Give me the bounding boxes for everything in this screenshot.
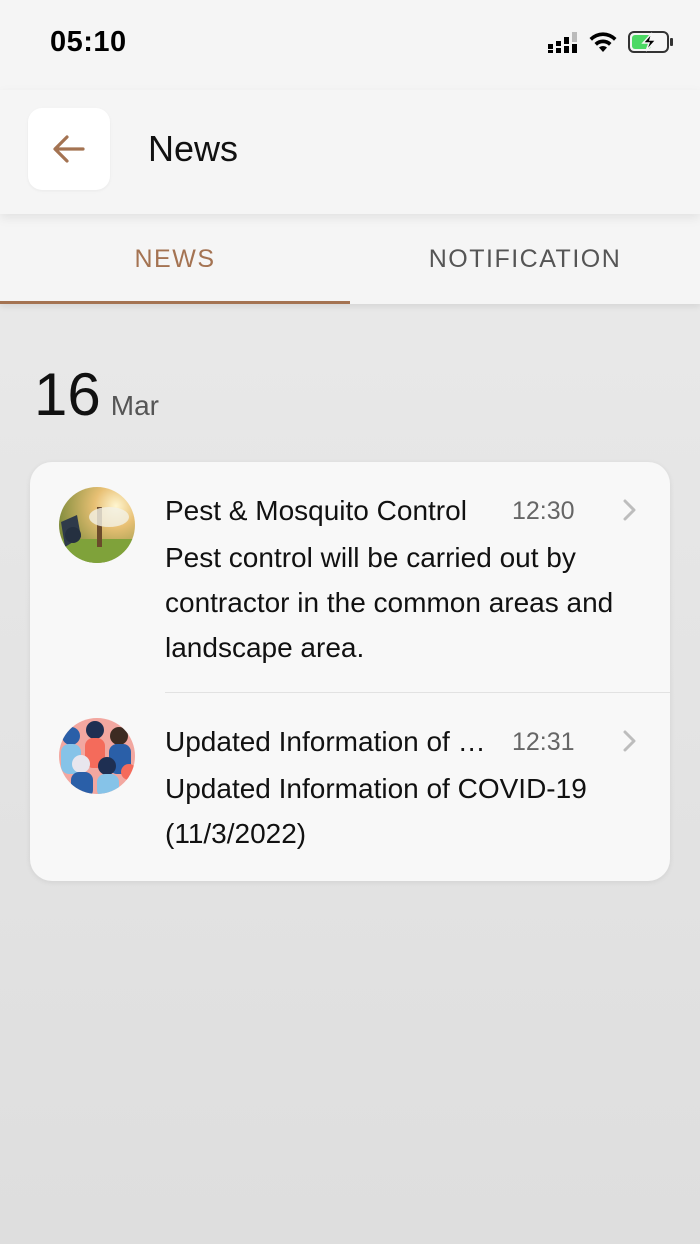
status-bar: 05:10 [0, 0, 700, 90]
tab-notification[interactable]: NOTIFICATION [350, 214, 700, 304]
pest-control-photo [59, 487, 135, 563]
wifi-icon [589, 32, 617, 52]
news-time: 12:30 [512, 497, 575, 525]
date-month: Mar [110, 390, 159, 421]
news-time: 12:31 [512, 728, 575, 756]
news-title: Pest & Mosquito Control [165, 495, 467, 526]
battery-charging-icon [628, 31, 673, 53]
status-icons [548, 30, 674, 54]
arrow-left-icon [53, 135, 85, 163]
back-button[interactable] [28, 108, 110, 190]
news-item-pest-control[interactable]: Pest & Mosquito Control 12:30 Pest contr… [30, 462, 670, 692]
news-card: Pest & Mosquito Control 12:30 Pest contr… [30, 462, 670, 881]
tab-news[interactable]: NEWS [0, 214, 350, 304]
chevron-right-icon [623, 499, 636, 521]
tab-bar: NEWS NOTIFICATION [0, 214, 700, 304]
crowd-illustration [59, 718, 135, 794]
date-group-header: 16 Mar [34, 360, 159, 429]
news-body: Pest control will be carried out by cont… [165, 542, 614, 663]
chevron-right-icon [623, 730, 636, 752]
signal-icon [548, 32, 577, 53]
news-title: Updated Information of COVID-19 [165, 726, 495, 757]
app-header: News [0, 90, 700, 214]
news-item-covid-update[interactable]: Updated Information of COVID-19 12:31 Up… [30, 692, 670, 881]
date-day: 16 [34, 361, 101, 428]
status-time: 05:10 [50, 26, 127, 58]
page-title: News [148, 128, 239, 169]
news-body: Updated Information of COVID-19 (11/3/20… [165, 773, 587, 849]
